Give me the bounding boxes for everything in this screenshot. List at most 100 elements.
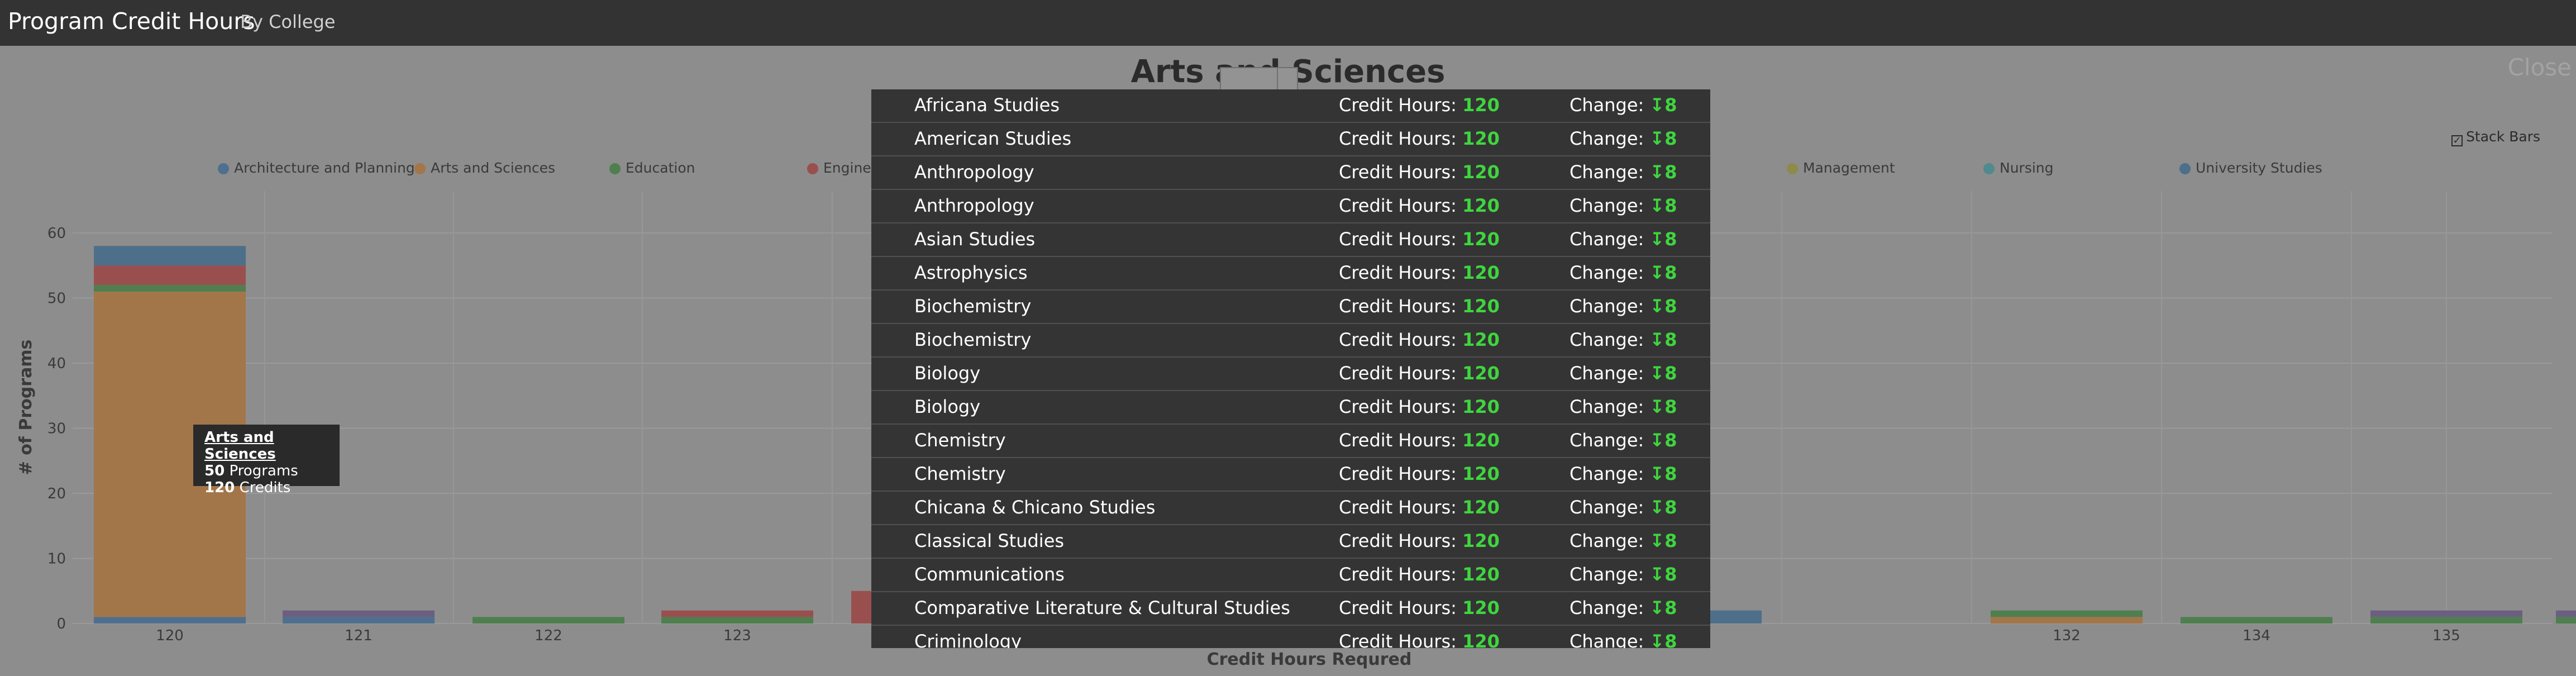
- change-value: 8: [1664, 195, 1677, 216]
- x-tick-label: 122: [535, 627, 562, 644]
- credit-hours-label: Credit Hours:: [1339, 329, 1457, 350]
- change-label: Change:: [1570, 564, 1644, 585]
- list-item[interactable]: Chicana & Chicano Studies Credit Hours: 1…: [871, 492, 1710, 525]
- credit-hours-value: 120: [1462, 195, 1500, 216]
- y-tick-label: 30: [47, 421, 66, 437]
- change-value: 8: [1664, 631, 1677, 648]
- list-item[interactable]: Biology Credit Hours: 120 Change: ↧8: [871, 391, 1710, 425]
- change-label: Change:: [1570, 262, 1644, 283]
- list-item[interactable]: Chemistry Credit Hours: 120 Change: ↧8: [871, 425, 1710, 458]
- list-item[interactable]: Asian Studies Credit Hours: 120 Change: ↧8: [871, 223, 1710, 257]
- list-item[interactable]: Anthropology Credit Hours: 120 Change: ↧8: [871, 190, 1710, 223]
- program-name: Africana Studies: [914, 94, 1060, 116]
- stack-bars-label: Stack Bars: [2466, 128, 2540, 145]
- arrow-down-icon: ↧: [1649, 195, 1665, 216]
- change-label: Change:: [1570, 228, 1644, 250]
- credit-hours-label: Credit Hours:: [1339, 497, 1457, 518]
- change-value: 8: [1664, 564, 1677, 585]
- legend-item[interactable]: Architecture and Planning: [218, 160, 415, 176]
- change: Change: ↧8: [1570, 262, 1677, 283]
- change-label: Change:: [1570, 430, 1644, 451]
- change-label: Change:: [1570, 161, 1644, 183]
- list-item[interactable]: Comparative Literature & Cultural Studie…: [871, 592, 1710, 626]
- credit-hours-value: 120: [1462, 530, 1500, 551]
- credit-hours-value: 120: [1462, 396, 1500, 417]
- list-item[interactable]: Criminology Credit Hours: 120 Change: ↧8: [871, 626, 1710, 648]
- bar-segment: [2556, 617, 2576, 623]
- legend-item[interactable]: Management: [1787, 160, 1895, 176]
- list-item[interactable]: Classical Studies Credit Hours: 120 Change…: [871, 525, 1710, 559]
- list-item[interactable]: Biochemistry Credit Hours: 120 Change: ↧8: [871, 324, 1710, 358]
- legend-item[interactable]: Education: [609, 160, 695, 176]
- program-name: Chemistry: [914, 463, 1006, 484]
- change-label: Change:: [1570, 363, 1644, 384]
- change-value: 8: [1664, 329, 1677, 350]
- bar-segment: [94, 246, 246, 266]
- change: Change: ↧8: [1570, 396, 1677, 417]
- program-name: Biochemistry: [914, 296, 1032, 317]
- credit-hours-label: Credit Hours:: [1339, 161, 1457, 183]
- credit-hours-value: 120: [1462, 463, 1500, 484]
- bar-segment: [2181, 617, 2332, 623]
- credit-hours-label: Credit Hours:: [1339, 195, 1457, 216]
- list-item[interactable]: Biology Credit Hours: 120 Change: ↧8: [871, 358, 1710, 391]
- program-list-modal[interactable]: Africana Studies Credit Hours: 120 Change:…: [871, 89, 1710, 648]
- change-label: Change:: [1570, 296, 1644, 317]
- bar-tooltip: Arts and Sciences 50 Programs 120 Credit…: [193, 425, 340, 496]
- tooltip-credits: 120 Credits: [204, 479, 291, 496]
- legend-label: Management: [1803, 160, 1895, 176]
- program-name: Chemistry: [914, 430, 1006, 451]
- tooltip-title: Arts and Sciences: [204, 429, 276, 463]
- bar-segment: [283, 617, 435, 623]
- list-item[interactable]: Chemistry Credit Hours: 120 Change: ↧8: [871, 458, 1710, 492]
- x-tick-label: 123: [723, 627, 751, 644]
- change-value: 8: [1664, 296, 1677, 317]
- list-item[interactable]: Africana Studies Credit Hours: 120 Change:…: [871, 89, 1710, 123]
- change-value: 8: [1664, 363, 1677, 384]
- bar-segment: [1991, 610, 2143, 617]
- arrow-down-icon: ↧: [1649, 128, 1665, 149]
- legend-item[interactable]: Nursing: [1983, 160, 2054, 176]
- change-value: 8: [1664, 161, 1677, 183]
- credit-hours-value: 120: [1462, 497, 1500, 518]
- y-tick-label: 60: [47, 225, 66, 242]
- credit-hours-value: 120: [1462, 161, 1500, 183]
- close-button[interactable]: Close: [2508, 54, 2572, 81]
- list-item[interactable]: American Studies Credit Hours: 120 Change:…: [871, 123, 1710, 156]
- stack-bars-toggle[interactable]: ✓ Stack Bars: [2451, 128, 2540, 146]
- arrow-down-icon: ↧: [1649, 430, 1665, 451]
- list-item[interactable]: Astrophysics Credit Hours: 120 Change: ↧8: [871, 257, 1710, 291]
- legend-item[interactable]: Arts and Sciences: [414, 160, 555, 176]
- program-name: Comparative Literature & Cultural Studie…: [914, 597, 1290, 618]
- credit-hours-value: 120: [1462, 597, 1500, 618]
- list-item[interactable]: Biochemistry Credit Hours: 120 Change: ↧8: [871, 291, 1710, 324]
- bar-segment: [473, 617, 624, 623]
- credit-hours-label: Credit Hours:: [1339, 564, 1457, 585]
- credit-hours: Credit Hours: 120: [1339, 195, 1500, 216]
- legend-swatch: [1787, 163, 1798, 174]
- credit-hours: Credit Hours: 120: [1339, 430, 1500, 451]
- program-name: Communications: [914, 564, 1065, 585]
- list-item[interactable]: Communications Credit Hours: 120 Change: ↧…: [871, 559, 1710, 592]
- list-item[interactable]: Anthropology Credit Hours: 120 Change: ↧8: [871, 156, 1710, 190]
- credit-hours-label: Credit Hours:: [1339, 463, 1457, 484]
- legend-label: University Studies: [2196, 160, 2322, 176]
- bar-segment: [94, 285, 246, 292]
- change-label: Change:: [1570, 128, 1644, 149]
- legend-item[interactable]: University Studies: [2179, 160, 2322, 176]
- bar-segment: [94, 617, 246, 623]
- arrow-down-icon: ↧: [1649, 597, 1665, 618]
- credit-hours-label: Credit Hours:: [1339, 396, 1457, 417]
- credit-hours-label: Credit Hours:: [1339, 296, 1457, 317]
- change-value: 8: [1664, 128, 1677, 149]
- credit-hours: Credit Hours: 120: [1339, 363, 1500, 384]
- change-label: Change:: [1570, 396, 1644, 417]
- y-tick-label: 50: [47, 291, 66, 307]
- arrow-down-icon: ↧: [1649, 497, 1665, 518]
- change-value: 8: [1664, 396, 1677, 417]
- credit-hours: Credit Hours: 120: [1339, 530, 1500, 551]
- checkbox-icon[interactable]: ✓: [2451, 135, 2463, 146]
- top-bar: Program Credit Hours By College: [0, 0, 2576, 46]
- credit-hours-value: 120: [1462, 329, 1500, 350]
- change-label: Change:: [1570, 463, 1644, 484]
